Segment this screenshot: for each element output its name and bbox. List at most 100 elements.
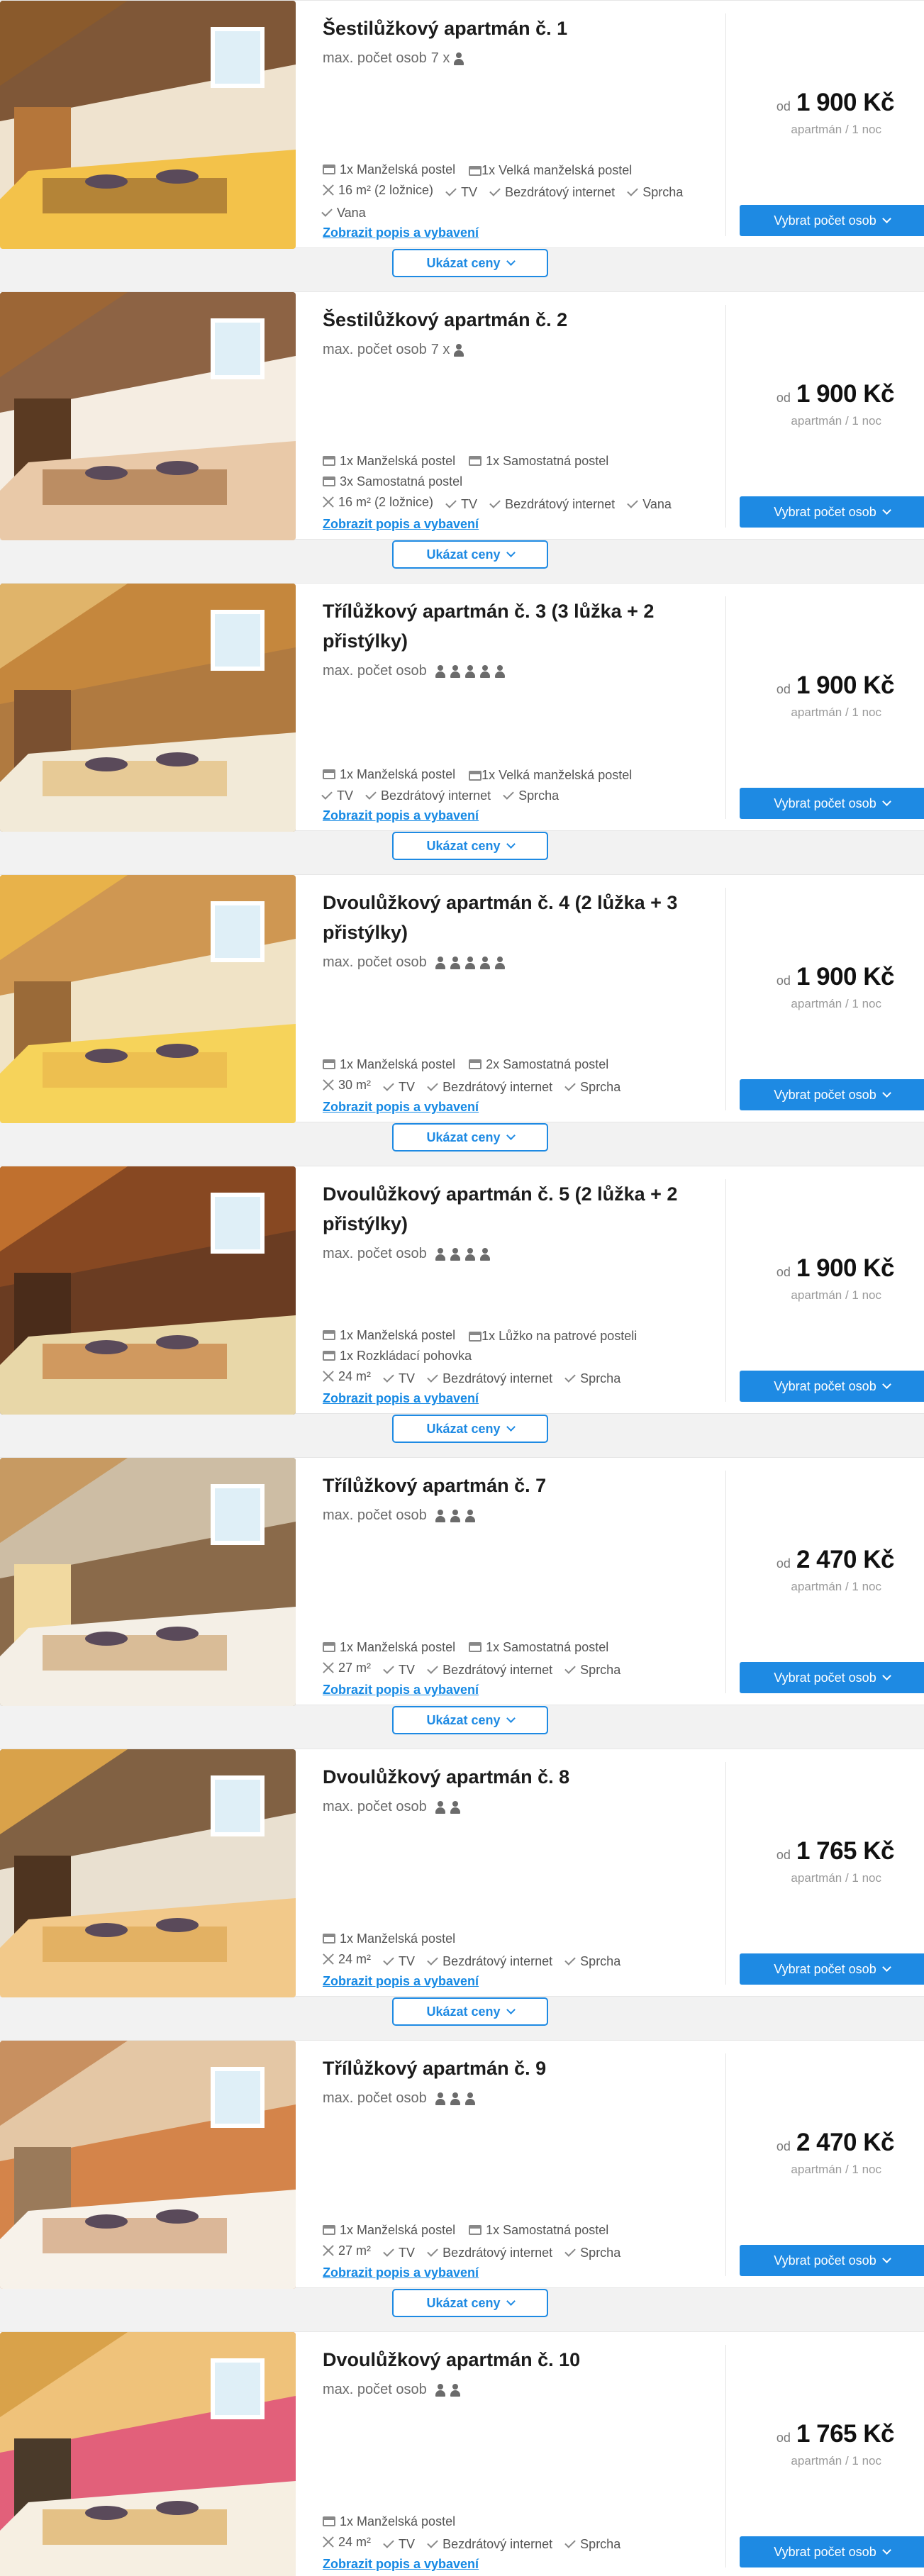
show-prices-button[interactable]: Ukázat ceny (392, 540, 548, 569)
show-prices-button[interactable]: Ukázat ceny (392, 1415, 548, 1443)
person-icon (464, 1247, 475, 1261)
room-card: Třílůžkový apartmán č. 9 max. počet osob… (0, 2040, 924, 2289)
room-card: Třílůžkový apartmán č. 3 (3 lůžka + 2 př… (0, 583, 924, 832)
bed-item: 1x Velká manželská postel (469, 768, 632, 782)
price-unit: apartmán / 1 noc (791, 123, 881, 136)
select-persons-label: Vybrat počet osob (774, 1378, 876, 1393)
chevron-down-icon (881, 1088, 891, 1098)
check-icon (427, 2537, 438, 2548)
select-persons-button[interactable]: Vybrat počet osob (740, 1371, 924, 1402)
price-line: od 2 470 Kč (776, 1546, 895, 1574)
select-persons-button[interactable]: Vybrat počet osob (740, 1662, 924, 1693)
room-card: Dvoulůžkový apartmán č. 10 max. počet os… (0, 2331, 924, 2576)
check-icon (383, 2246, 394, 2257)
room-photo[interactable] (0, 875, 296, 1123)
price-from-label: od (776, 391, 791, 405)
show-details-link[interactable]: Zobrazit popis a vybavení (323, 808, 479, 823)
room-photo[interactable] (0, 2041, 296, 2289)
room-features: 1x Manželská postel 1x Velká manželská p… (321, 764, 709, 823)
person-icon (450, 1247, 460, 1261)
show-details-link[interactable]: Zobrazit popis a vybavení (323, 1391, 479, 1406)
room-photo[interactable] (0, 1166, 296, 1415)
select-persons-button[interactable]: Vybrat počet osob (740, 496, 924, 528)
room-photo[interactable] (0, 2332, 296, 2576)
price-from-label: od (776, 1556, 791, 1571)
price-box: od 2 470 Kč apartmán / 1 noc Vybrat poče… (725, 1458, 924, 1706)
check-icon (427, 1371, 438, 1383)
room-photo[interactable] (0, 584, 296, 832)
show-details-link[interactable]: Zobrazit popis a vybavení (323, 1100, 479, 1115)
select-persons-button[interactable]: Vybrat počet osob (740, 1953, 924, 1985)
amenity-item: Sprcha (503, 786, 559, 805)
price-line: od 1 900 Kč (777, 671, 895, 700)
amenity-item: Bezdrátový internet (427, 2534, 552, 2554)
room-title[interactable]: Šestilůžkový apartmán č. 1 (323, 13, 709, 43)
bed-item: 1x Rozkládací pohovka (323, 1346, 472, 1366)
room-features: 1x Manželská postel 1x Velká manželská p… (321, 160, 709, 240)
amenity-list: 27 m² TV Bezdrátový internet Sprcha (323, 2241, 709, 2263)
bed-icon (323, 1330, 335, 1340)
show-prices-button[interactable]: Ukázat ceny (392, 2289, 548, 2317)
show-prices-button[interactable]: Ukázat ceny (392, 249, 548, 277)
room-title[interactable]: Třílůžkový apartmán č. 3 (3 lůžka + 2 př… (323, 596, 709, 656)
person-icon (494, 956, 505, 969)
show-prices-button[interactable]: Ukázat ceny (392, 1997, 548, 2026)
show-prices-label: Ukázat ceny (426, 1421, 501, 1436)
show-details-link[interactable]: Zobrazit popis a vybavení (323, 2265, 479, 2280)
person-icon (464, 956, 475, 969)
amenity-item: Sprcha (627, 182, 683, 202)
bed-list: 1x Manželská postel 1x Samostatná postel (323, 1637, 709, 1658)
price-unit: apartmán / 1 noc (791, 1288, 881, 1302)
chevron-down-icon (881, 797, 891, 806)
max-persons: max. počet osob 7 x (323, 50, 709, 67)
select-persons-label: Vybrat počet osob (774, 2253, 876, 2268)
room-photo[interactable] (0, 292, 296, 540)
room-title[interactable]: Šestilůžkový apartmán č. 2 (323, 305, 709, 335)
check-icon (427, 1663, 438, 1674)
room-title[interactable]: Dvoulůžkový apartmán č. 8 (323, 1762, 709, 1792)
select-persons-button[interactable]: Vybrat počet osob (740, 205, 924, 236)
room-photo[interactable] (0, 1458, 296, 1706)
room-title[interactable]: Třílůžkový apartmán č. 9 (323, 2053, 709, 2083)
select-persons-button[interactable]: Vybrat počet osob (740, 788, 924, 819)
select-persons-button[interactable]: Vybrat počet osob (740, 1079, 924, 1110)
bed-item: 1x Manželská postel (323, 1929, 455, 1948)
show-details-link[interactable]: Zobrazit popis a vybavení (323, 2557, 479, 2572)
select-persons-button[interactable]: Vybrat počet osob (740, 2245, 924, 2276)
amenity-list: 27 m² TV Bezdrátový internet Sprcha (323, 1658, 709, 1680)
chevron-down-icon (506, 1422, 516, 1432)
person-icon (450, 1509, 460, 1522)
room-list: Šestilůžkový apartmán č. 1 max. počet os… (0, 0, 924, 2576)
amenity-item: TV (383, 1660, 415, 1680)
room-title[interactable]: Dvoulůžkový apartmán č. 4 (2 lůžka + 3 p… (323, 888, 709, 947)
area-icon (323, 496, 334, 508)
room-title[interactable]: Třílůžkový apartmán č. 7 (323, 1471, 709, 1500)
show-details-link[interactable]: Zobrazit popis a vybavení (323, 225, 479, 240)
bed-item: 1x Manželská postel (323, 1637, 455, 1657)
room-title[interactable]: Dvoulůžkový apartmán č. 5 (2 lůžka + 2 p… (323, 1179, 709, 1239)
show-prices-button[interactable]: Ukázat ceny (392, 832, 548, 860)
area-icon (323, 2536, 334, 2548)
room-photo[interactable] (0, 1, 296, 249)
bed-icon (469, 166, 482, 176)
check-icon (383, 1371, 394, 1383)
show-details-link[interactable]: Zobrazit popis a vybavení (323, 517, 479, 532)
select-persons-label: Vybrat počet osob (774, 504, 876, 519)
select-persons-button[interactable]: Vybrat počet osob (740, 2536, 924, 2567)
show-details-link[interactable]: Zobrazit popis a vybavení (323, 1974, 479, 1989)
bed-icon (323, 1642, 335, 1652)
show-details-link[interactable]: Zobrazit popis a vybavení (323, 1683, 479, 1697)
bed-list: 1x Manželská postel 1x Velká manželská p… (323, 764, 709, 785)
person-icon (435, 956, 445, 969)
room-title[interactable]: Dvoulůžkový apartmán č. 10 (323, 2345, 709, 2375)
room-photo[interactable] (0, 1749, 296, 1997)
bed-item: 1x Manželská postel (323, 764, 455, 784)
max-persons-label: max. počet osob (323, 50, 427, 66)
person-icon (479, 956, 490, 969)
price-unit: apartmán / 1 noc (791, 706, 881, 719)
show-prices-button[interactable]: Ukázat ceny (392, 1123, 548, 1152)
bed-list: 1x Manželská postel 1x Samostatná postel… (323, 451, 709, 492)
show-prices-button[interactable]: Ukázat ceny (392, 1706, 548, 1734)
bed-list: 1x Manželská postel (323, 2511, 709, 2532)
person-icon (494, 664, 505, 678)
